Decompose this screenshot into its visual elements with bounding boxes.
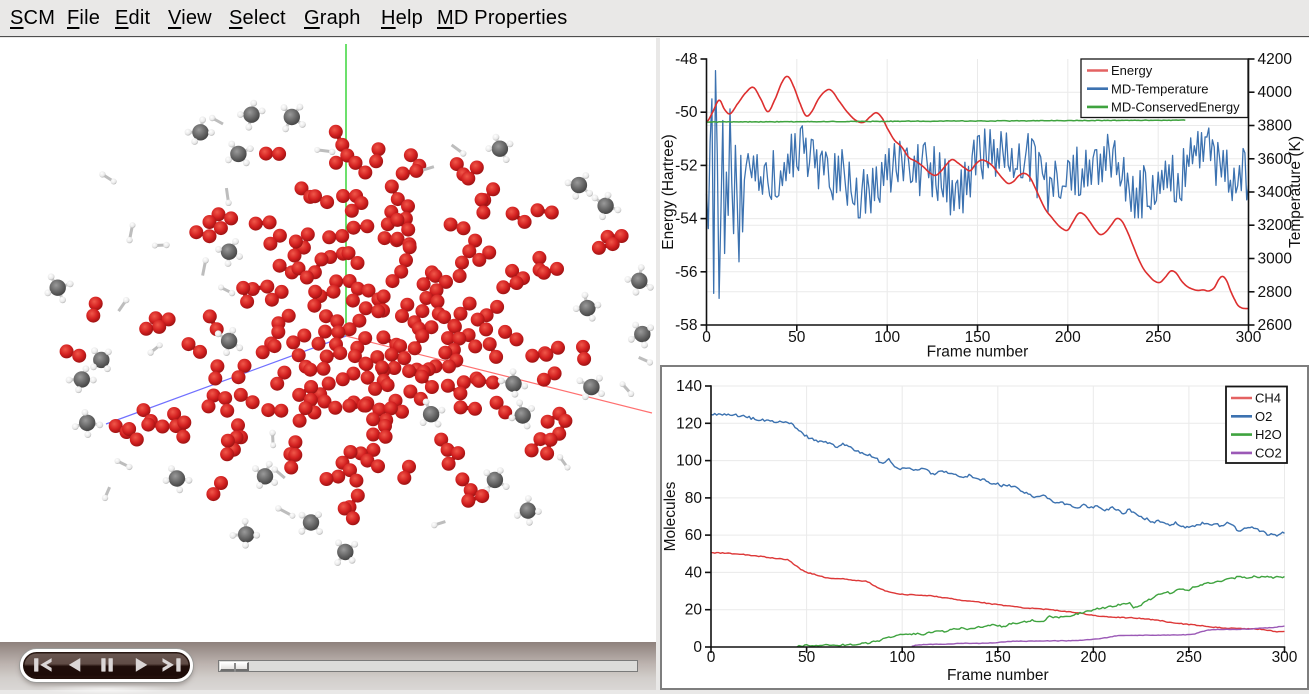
svg-text:200: 200 — [1080, 649, 1106, 666]
svg-text:0: 0 — [707, 649, 716, 666]
svg-text:250: 250 — [1145, 329, 1171, 346]
svg-text:H2O: H2O — [1255, 427, 1282, 442]
svg-text:-48: -48 — [675, 51, 697, 68]
svg-text:20: 20 — [685, 602, 703, 619]
svg-text:100: 100 — [676, 453, 702, 470]
svg-text:50: 50 — [788, 329, 806, 346]
svg-text:80: 80 — [685, 490, 703, 507]
svg-text:-54: -54 — [675, 211, 698, 228]
svg-text:50: 50 — [798, 649, 816, 666]
svg-text:2800: 2800 — [1258, 284, 1293, 301]
svg-text:3800: 3800 — [1258, 118, 1293, 135]
svg-text:-58: -58 — [675, 317, 697, 334]
svg-text:140: 140 — [676, 378, 702, 395]
svg-text:Energy (Hartree): Energy (Hartree) — [660, 134, 677, 249]
svg-text:300: 300 — [1236, 329, 1262, 346]
svg-text:Frame number: Frame number — [927, 344, 1029, 361]
svg-text:250: 250 — [1176, 649, 1202, 666]
svg-text:Molecules: Molecules — [662, 481, 679, 551]
svg-text:3000: 3000 — [1258, 251, 1293, 268]
svg-text:200: 200 — [1055, 329, 1081, 346]
svg-text:MD-Temperature: MD-Temperature — [1111, 81, 1209, 96]
svg-text:150: 150 — [985, 649, 1011, 666]
svg-text:2600: 2600 — [1258, 317, 1293, 334]
svg-text:CH4: CH4 — [1255, 391, 1281, 406]
svg-text:4200: 4200 — [1258, 51, 1293, 68]
svg-text:100: 100 — [889, 649, 915, 666]
svg-text:40: 40 — [685, 564, 703, 581]
svg-text:100: 100 — [874, 329, 900, 346]
svg-text:120: 120 — [676, 415, 702, 432]
svg-text:Energy: Energy — [1111, 63, 1153, 78]
svg-text:300: 300 — [1272, 649, 1298, 666]
svg-text:O2: O2 — [1255, 409, 1272, 424]
svg-text:Temperature (K): Temperature (K) — [1287, 136, 1304, 248]
svg-text:-52: -52 — [675, 157, 697, 174]
svg-text:60: 60 — [685, 527, 703, 544]
svg-text:CO2: CO2 — [1255, 446, 1282, 461]
svg-text:0: 0 — [693, 639, 702, 656]
svg-text:-50: -50 — [675, 104, 698, 121]
svg-text:0: 0 — [702, 329, 711, 346]
svg-text:Frame number: Frame number — [947, 667, 1049, 684]
svg-text:4000: 4000 — [1258, 84, 1293, 101]
svg-text:-56: -56 — [675, 264, 697, 281]
svg-text:MD-ConservedEnergy: MD-ConservedEnergy — [1111, 100, 1240, 115]
